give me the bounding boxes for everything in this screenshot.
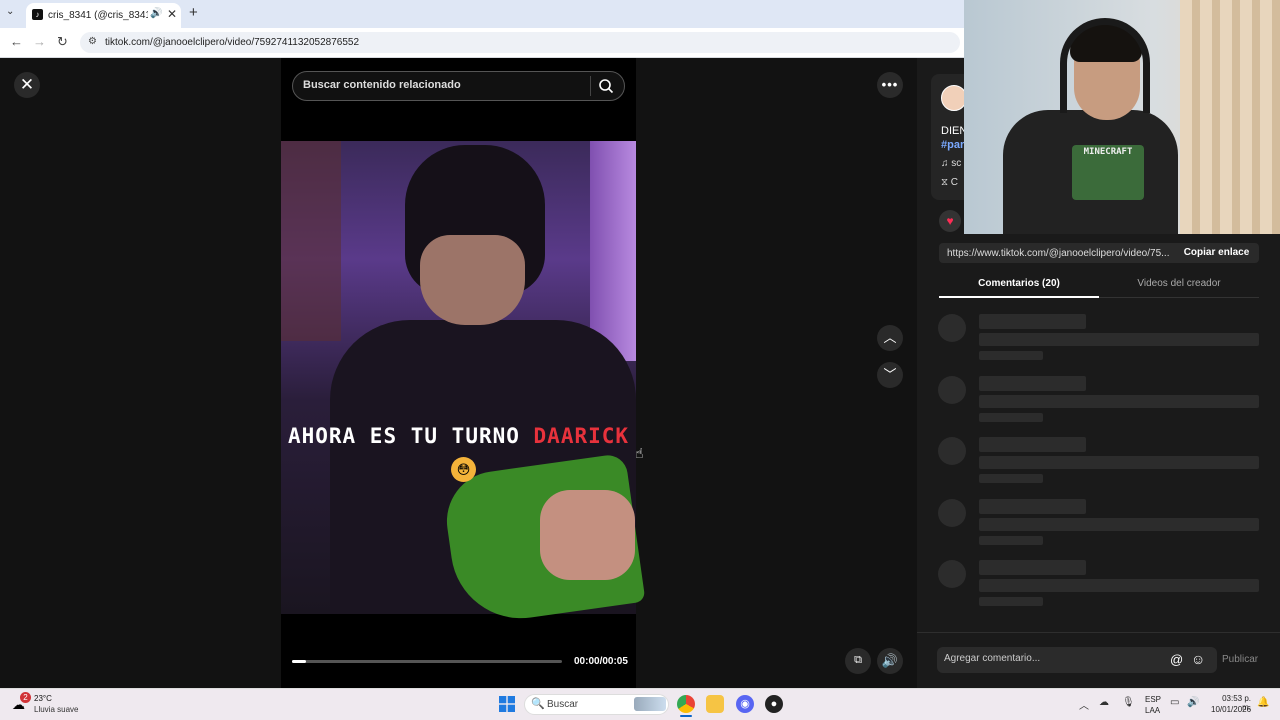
comment-skeleton-meta: [979, 412, 1043, 422]
comment-skeleton-name: [979, 375, 1086, 391]
comment-skeleton-meta: [979, 535, 1043, 545]
site-info-icon[interactable]: ⚙: [88, 36, 97, 47]
comment-skeleton-meta: [979, 351, 1043, 360]
comment-skeleton-avatar: [938, 560, 966, 588]
windows-start-icon[interactable]: [499, 696, 515, 712]
comment-skeleton-name: [979, 560, 1086, 575]
video-purple-light: [590, 141, 636, 361]
comment-input[interactable]: [944, 653, 1164, 664]
comment-skeleton-avatar: [938, 437, 966, 465]
browser-tab-title: cris_8341 (@cris_8341) | Tik: [48, 10, 148, 21]
previous-video-button[interactable]: ︿: [877, 325, 903, 351]
tab-creator-videos[interactable]: Videos del creador: [1099, 273, 1259, 298]
tab-audio-icon[interactable]: 🔊: [150, 8, 162, 19]
weather-condition[interactable]: Lluvia suave: [34, 705, 78, 714]
video-progress-bar[interactable]: [292, 660, 562, 663]
comment-skeleton-meta: [979, 474, 1043, 483]
comment-skeleton-text: [979, 394, 1259, 408]
caption-main: AHORA ES TU TURNO: [287, 424, 534, 448]
comment-skeleton-avatar: [938, 498, 966, 527]
obs-icon[interactable]: ●: [765, 695, 783, 713]
video-caption-overlay: AHORA ES TU TURNO DAARICK: [281, 424, 636, 448]
browser-tab-active[interactable]: ♪ cris_8341 (@cris_8341) | Tik 🔊 ✕: [26, 3, 181, 28]
mention-icon[interactable]: @: [1170, 652, 1183, 667]
webcam-headphones: [1060, 18, 1150, 113]
tray-app-icon[interactable]: ☁: [1099, 697, 1109, 708]
share-link-text: https://www.tiktok.com/@janooelclipero/v…: [947, 248, 1169, 259]
new-tab-button[interactable]: +: [189, 4, 198, 21]
microphone-icon[interactable]: 🎙: [1122, 697, 1135, 708]
file-explorer-icon[interactable]: [706, 695, 724, 713]
taskbar-clock-date[interactable]: 10/01/2026: [1211, 705, 1251, 714]
emoji-picker-icon[interactable]: ☺: [1191, 651, 1205, 667]
volume-button[interactable]: 🔊: [877, 648, 903, 674]
comment-skeleton-text: [979, 333, 1259, 346]
copy-link-button[interactable]: Copiar enlace: [1174, 243, 1259, 263]
flushed-emoji-icon: 😳: [451, 457, 476, 482]
video-hashtag[interactable]: #par: [941, 139, 964, 151]
video-background-wall: [281, 141, 341, 341]
comment-skeleton-text: [979, 579, 1259, 592]
search-highlight-image: [634, 697, 666, 711]
caption-highlight: DAARICK: [533, 424, 630, 448]
comment-skeleton-avatar: [938, 314, 966, 342]
reload-icon[interactable]: ↻: [57, 34, 68, 50]
picture-in-picture-button[interactable]: ⧉: [845, 648, 871, 674]
webcam-shirt-text: MINECRAFT: [1083, 147, 1133, 157]
comment-skeleton-avatar: [938, 375, 966, 404]
notification-bell-icon[interactable]: 🔔: [1257, 697, 1269, 708]
related-search-input[interactable]: [303, 79, 583, 91]
comment-skeleton-meta: [979, 597, 1043, 606]
like-heart-icon[interactable]: ♥: [939, 210, 961, 232]
more-options-button[interactable]: •••: [877, 72, 903, 98]
forward-arrow-icon[interactable]: →: [33, 34, 46, 49]
back-arrow-icon[interactable]: ←: [10, 34, 23, 49]
comment-skeleton-name: [979, 314, 1086, 329]
weather-badge: 2: [20, 692, 31, 703]
comment-skeleton-text: [979, 517, 1259, 531]
search-divider: [590, 76, 591, 96]
related-search-bar[interactable]: [292, 71, 625, 101]
tab-search-menu-button[interactable]: ⌄: [6, 6, 14, 17]
network-icon[interactable]: ▭: [1170, 697, 1179, 708]
comment-skeleton-text: [979, 456, 1259, 469]
effect-label[interactable]: ⧖ C: [941, 177, 958, 188]
input-language[interactable]: ESP: [1145, 695, 1161, 704]
tray-overflow-chevron-icon[interactable]: ︿: [1079, 697, 1089, 712]
tab-comments[interactable]: Comentarios (20): [939, 273, 1099, 298]
speaker-icon[interactable]: 🔊: [1187, 697, 1199, 708]
hand-cursor-icon: ☝: [635, 445, 644, 461]
discord-icon[interactable]: ◉: [736, 695, 754, 713]
video-progress-fill: [292, 660, 306, 663]
tab-close-icon[interactable]: ✕: [167, 7, 177, 21]
comment-skeleton-name: [979, 498, 1086, 514]
tiktok-favicon-icon: ♪: [32, 9, 43, 20]
chrome-icon[interactable]: [677, 695, 695, 713]
comment-skeleton-name: [979, 437, 1086, 452]
next-video-button[interactable]: ﹀: [877, 362, 903, 388]
video-hand: [540, 490, 635, 580]
webcam-curtain: [1180, 0, 1280, 234]
video-time: 00:00/00:05: [574, 656, 628, 667]
publish-comment-button[interactable]: Publicar: [1222, 654, 1258, 665]
weather-temperature[interactable]: 23°C: [34, 694, 52, 703]
taskbar-search-icon: 🔍: [531, 698, 545, 710]
video-person-face: [420, 235, 525, 325]
music-label[interactable]: ♫ sc: [941, 158, 961, 169]
search-icon[interactable]: [598, 78, 614, 94]
taskbar-search-label: Buscar: [547, 699, 579, 710]
input-layout[interactable]: LAA: [1145, 706, 1160, 715]
close-video-button[interactable]: ✕: [14, 72, 40, 98]
active-app-indicator: [680, 715, 692, 717]
url-text[interactable]: tiktok.com/@janooelclipero/video/7592741…: [105, 37, 359, 48]
